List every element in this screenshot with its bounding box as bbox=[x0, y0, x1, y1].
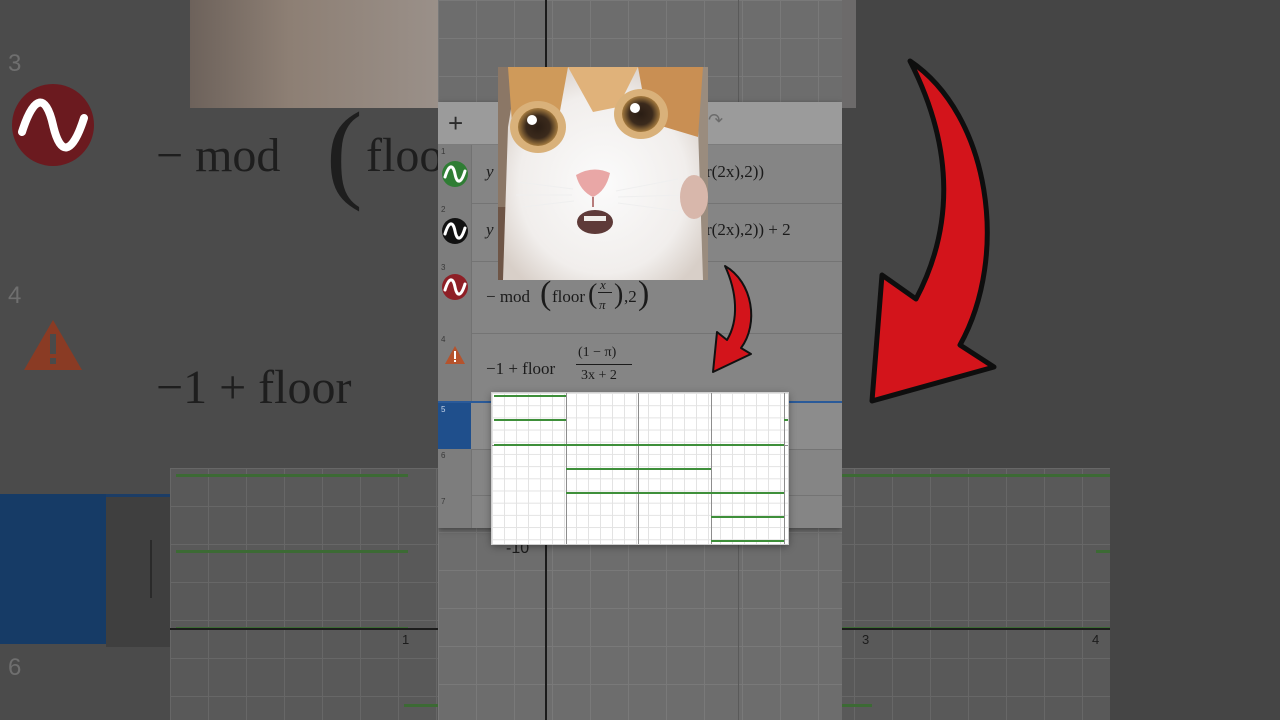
row-index: 5 bbox=[441, 405, 446, 414]
red-arrow-large-icon bbox=[869, 58, 997, 404]
row-index: 2 bbox=[441, 205, 446, 214]
floor-text: floor bbox=[552, 287, 586, 306]
add-expression-button[interactable]: + bbox=[448, 108, 463, 138]
background-tick-label: 3 bbox=[862, 632, 870, 647]
fraction-numerator: (1 − π) bbox=[578, 345, 617, 360]
mod-tail: ,2 bbox=[624, 287, 637, 306]
background-row-number: 4 bbox=[8, 282, 22, 309]
background-floor-expression: floo bbox=[366, 129, 444, 182]
background-graph-line bbox=[842, 704, 872, 707]
background-selected-strip bbox=[0, 494, 106, 644]
background-tick-label: 4 bbox=[1092, 632, 1100, 647]
step-line bbox=[711, 444, 784, 446]
expression-prefix: y bbox=[486, 220, 494, 239]
row-index: 7 bbox=[441, 497, 446, 506]
warning-icon[interactable] bbox=[444, 345, 472, 373]
expression-suffix: r(2x),2)) bbox=[706, 162, 765, 181]
grid-line bbox=[784, 393, 785, 544]
graph-inset bbox=[492, 393, 788, 544]
background-paren: ( bbox=[326, 90, 363, 212]
step-line bbox=[494, 419, 566, 421]
background-cat-blur-edge bbox=[842, 0, 856, 108]
paren-inner-right: ) bbox=[614, 279, 624, 310]
background-text-cursor bbox=[150, 540, 152, 598]
grid-line bbox=[711, 393, 712, 544]
paren-left: ( bbox=[540, 275, 552, 312]
background-mod-expression: − mod bbox=[156, 129, 281, 182]
background-row-number: 6 bbox=[8, 654, 22, 681]
black-wave-icon[interactable] bbox=[441, 217, 469, 245]
background-row-number: 3 bbox=[8, 50, 22, 77]
background-warning-icon bbox=[22, 318, 84, 377]
step-line bbox=[711, 540, 784, 542]
background-graph-line bbox=[176, 550, 408, 553]
expression-prefix: y bbox=[486, 162, 494, 181]
step-line bbox=[711, 516, 784, 518]
expression-row[interactable]: 4 −1 + floor (1 − π) 3x + 2 bbox=[438, 333, 842, 402]
fraction-bar bbox=[598, 292, 612, 293]
redo-button[interactable]: ↷ bbox=[708, 110, 723, 131]
paren-inner-left: ( bbox=[588, 279, 598, 310]
background-tick-label: 1 bbox=[402, 632, 410, 647]
red-arrow-small-icon bbox=[712, 265, 753, 373]
background-graph-line bbox=[176, 474, 408, 477]
background-graph-line bbox=[404, 704, 438, 707]
step-line bbox=[784, 419, 788, 421]
step-line bbox=[711, 492, 784, 494]
surprised-cat-image bbox=[498, 67, 708, 280]
floor-expression-text: −1 + floor bbox=[486, 359, 556, 378]
red-wave-icon[interactable] bbox=[441, 273, 469, 301]
background-red-wave-icon bbox=[12, 84, 94, 166]
fraction-denominator: 3x + 2 bbox=[581, 368, 617, 383]
row-index: 6 bbox=[441, 451, 446, 460]
step-line bbox=[494, 444, 566, 446]
step-line bbox=[566, 492, 711, 494]
background-graph-line bbox=[1096, 550, 1110, 553]
row-index: 3 bbox=[441, 263, 446, 272]
fraction-bar bbox=[576, 364, 632, 365]
row-index: 4 bbox=[441, 335, 446, 344]
mod-text: − mod bbox=[486, 287, 531, 306]
background-graph-line bbox=[842, 474, 1110, 477]
step-line bbox=[566, 444, 711, 446]
row-index: 1 bbox=[441, 147, 446, 156]
background-floor-expression-2: −1 + floor bbox=[156, 361, 352, 414]
step-line bbox=[566, 468, 711, 470]
green-wave-icon[interactable] bbox=[441, 160, 469, 188]
paren-right: ) bbox=[638, 275, 650, 312]
fraction-denominator: π bbox=[599, 297, 606, 312]
expression-suffix: r(2x),2)) + 2 bbox=[706, 220, 791, 239]
background-cat-blur bbox=[190, 0, 438, 108]
step-line bbox=[494, 395, 566, 397]
